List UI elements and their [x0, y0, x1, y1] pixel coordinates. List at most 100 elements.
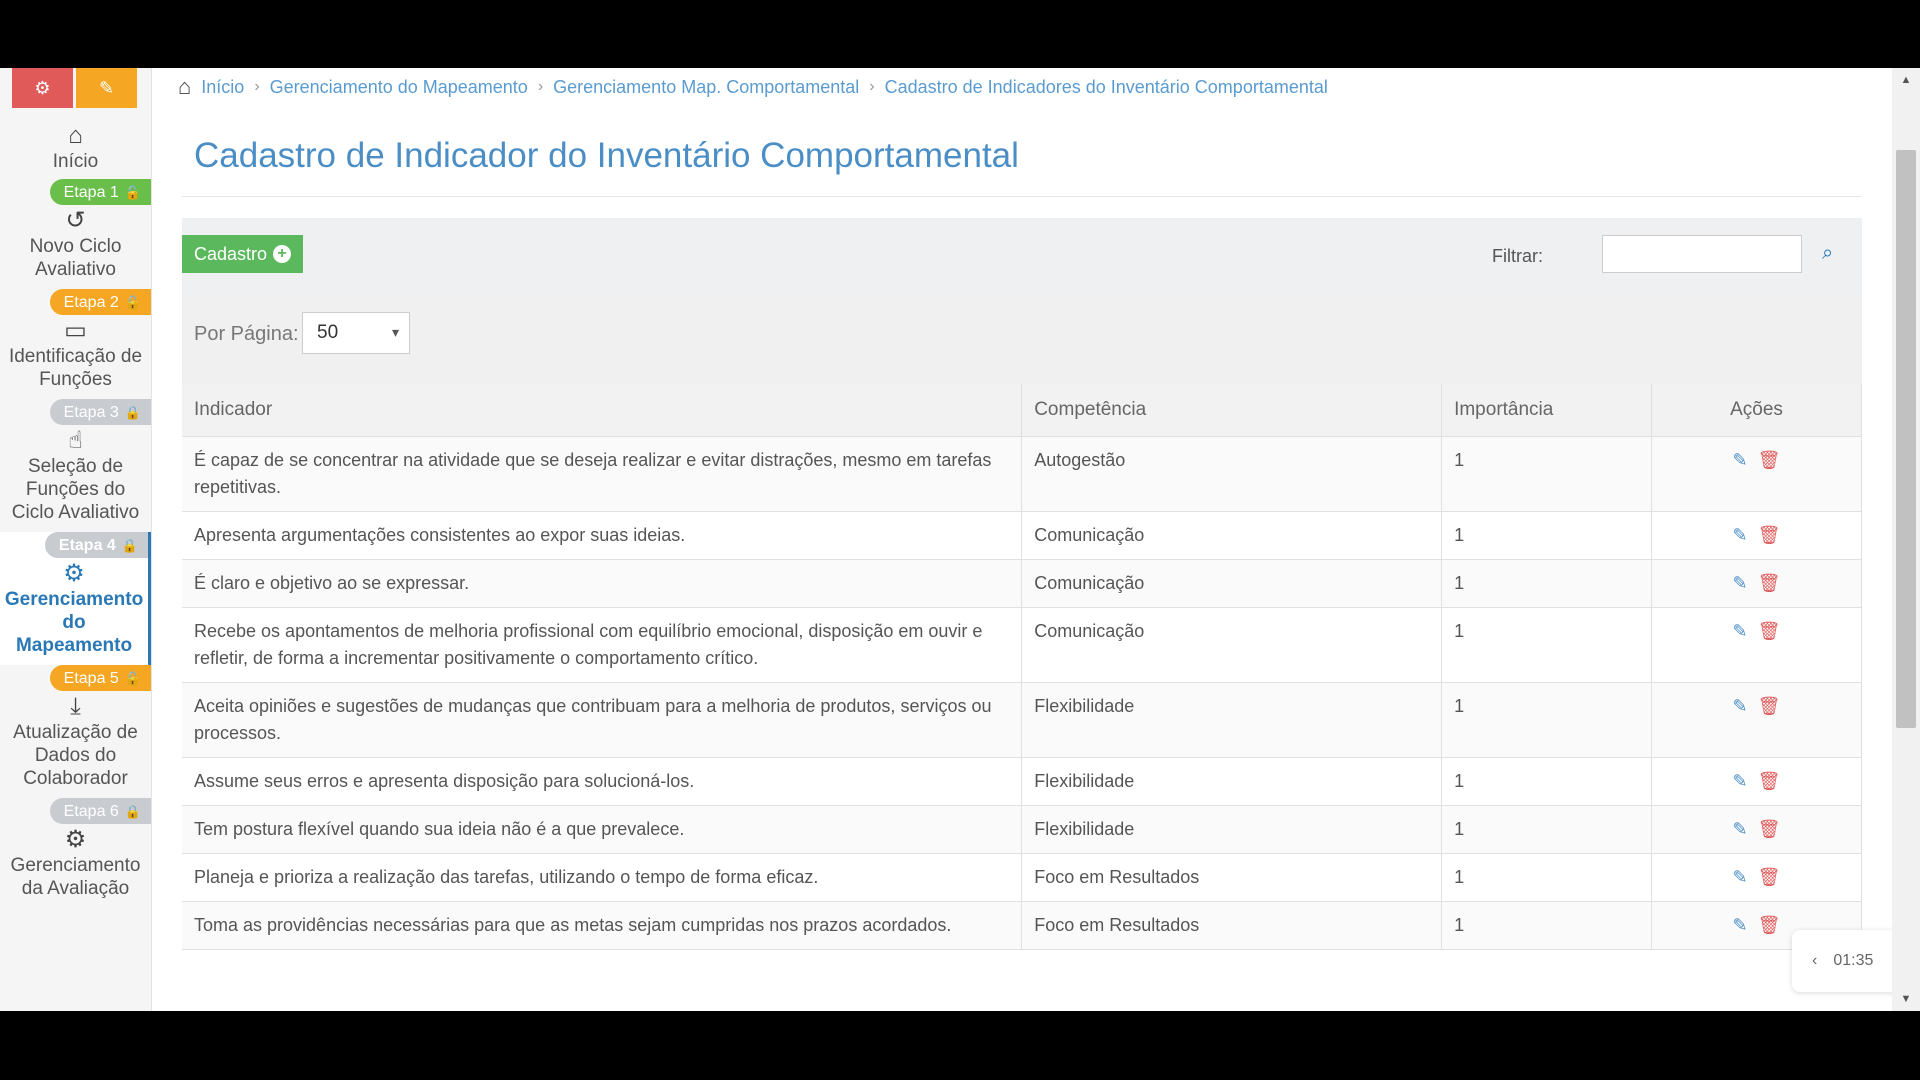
sidebar-item-etapa-5[interactable]: Etapa 5 🔓 ⤓ Atualização de Dados do Colabor…	[0, 665, 151, 798]
settings-button[interactable]: ⚙	[12, 68, 73, 108]
trash-icon[interactable]: 🗑	[1758, 771, 1781, 791]
sidebar-item-label: Atualização de Dados do Colaborador	[13, 722, 138, 789]
cell-competencia: Comunicação	[1021, 607, 1443, 683]
page-title: Cadastro de Indicador do Inventário Comp…	[194, 136, 1019, 175]
stage-badge: Etapa 4 🔒	[44, 532, 148, 558]
inbox-icon: ▭	[64, 316, 87, 344]
edit-icon[interactable]: ✎	[1733, 819, 1748, 839]
cell-indicador: Assume seus erros e apresenta disposição…	[182, 757, 1023, 806]
app-window: ⚙ ✎ ⌂ Início Etapa 1 🔓 ↺ Novo Ciclo Avaliat…	[0, 68, 1920, 1011]
cell-competencia: Foco em Resultados	[1021, 901, 1443, 950]
chevron-left-icon[interactable]: ‹	[1812, 952, 1817, 970]
home-icon: ⌂	[68, 121, 83, 149]
column-header-competencia[interactable]: Competência	[1021, 384, 1443, 437]
unlock-icon: 🔓	[124, 184, 141, 200]
cell-indicador: É capaz de se concentrar na atividade qu…	[182, 436, 1023, 512]
table-row: É capaz de se concentrar na atividade qu…	[182, 436, 1862, 512]
cell-importancia: 1	[1441, 853, 1653, 902]
trash-icon[interactable]: 🗑	[1758, 819, 1781, 839]
cell-importancia: 1	[1441, 511, 1653, 560]
breadcrumb-link-map-comportamental[interactable]: Gerenciamento Map. Comportamental	[553, 77, 859, 98]
edit-icon[interactable]: ✎	[1733, 867, 1748, 887]
table-row: Toma as providências necessárias para qu…	[182, 901, 1862, 950]
cell-competencia: Comunicação	[1021, 511, 1443, 560]
sidebar-item-etapa-4[interactable]: Etapa 4 🔒 ⚙ Gerenciamento do Mapeamento	[0, 532, 151, 665]
table-row: Recebe os apontamentos de melhoria profi…	[182, 607, 1862, 683]
table-row: Planeja e prioriza a realização das tare…	[182, 853, 1862, 902]
filter-input[interactable]	[1602, 235, 1802, 273]
lock-icon: 🔒	[124, 803, 141, 819]
scrollbar-thumb[interactable]	[1896, 150, 1916, 728]
sidebar-item-etapa-3[interactable]: Etapa 3 🔒 ☝ Seleção de Funções do Ciclo Ava…	[0, 399, 151, 532]
cell-importancia: 1	[1441, 559, 1653, 608]
gear-icon: ⚙	[34, 77, 51, 98]
stage-badge: Etapa 1 🔓	[49, 179, 151, 205]
trash-icon[interactable]: 🗑	[1758, 915, 1781, 935]
scroll-up-arrow-icon[interactable]: ▲	[1892, 68, 1920, 92]
per-page-value: 50	[317, 322, 339, 343]
edit-icon[interactable]: ✎	[1733, 450, 1748, 470]
cell-indicador: Tem postura flexível quando sua ideia nã…	[182, 805, 1023, 854]
edit-icon: ✎	[98, 77, 115, 98]
cell-acoes: ✎ 🗑	[1651, 853, 1862, 902]
trash-icon[interactable]: 🗑	[1758, 573, 1781, 593]
cell-indicador: Toma as providências necessárias para qu…	[182, 901, 1023, 950]
breadcrumb-current[interactable]: Cadastro de Indicadores do Inventário Co…	[885, 77, 1328, 98]
sidebar-item-inicio[interactable]: ⌂ Início	[0, 120, 151, 179]
filter-label: Filtrar:	[1492, 246, 1543, 266]
edit-icon[interactable]: ✎	[1733, 771, 1748, 791]
main-content: ⌂ Início › Gerenciamento do Mapeamento ›…	[152, 68, 1920, 1011]
trash-icon[interactable]: 🗑	[1758, 450, 1781, 470]
unlock-icon: 🔓	[124, 670, 141, 686]
sidebar-item-etapa-2[interactable]: Etapa 2 🔓 ▭ Identificação de Funções	[0, 289, 151, 399]
edit-profile-button[interactable]: ✎	[76, 68, 137, 108]
sidebar-stages: Etapa 1 🔓 ↺ Novo Ciclo Avaliativo Etapa 2 🔓 ▭ I…	[0, 179, 151, 908]
sidebar-item-etapa-1[interactable]: Etapa 1 🔓 ↺ Novo Ciclo Avaliativo	[0, 179, 151, 289]
edit-icon[interactable]: ✎	[1733, 573, 1748, 593]
trash-icon[interactable]: 🗑	[1758, 867, 1781, 887]
table-header-row: Indicador Competência Importância Ações	[182, 384, 1862, 437]
table-row: Tem postura flexível quando sua ideia nã…	[182, 805, 1862, 854]
cell-importancia: 1	[1441, 901, 1653, 950]
stage-label: Etapa 4	[58, 536, 116, 554]
cell-indicador: Planeja e prioriza a realização das tare…	[182, 853, 1023, 902]
table-row: É claro e objetivo ao se expressar. Comun…	[182, 559, 1862, 608]
cell-acoes: ✎ 🗑	[1651, 436, 1862, 512]
cell-competencia: Flexibilidade	[1021, 805, 1443, 854]
trash-icon[interactable]: 🗑	[1758, 525, 1781, 545]
sidebar-item-etapa-6[interactable]: Etapa 6 🔒 ⚙ Gerenciamento da Avaliação	[0, 798, 151, 908]
stage-label: Etapa 5	[63, 669, 119, 687]
cell-acoes: ✎ 🗑	[1651, 559, 1862, 608]
cadastro-button[interactable]: Cadastro +	[182, 235, 304, 273]
history-icon: ↺	[65, 206, 86, 234]
sidebar-item-label: Gerenciamento do Mapeamento	[4, 589, 144, 656]
cell-importancia: 1	[1441, 805, 1653, 854]
edit-icon[interactable]: ✎	[1733, 915, 1748, 935]
edit-icon[interactable]: ✎	[1733, 696, 1748, 716]
toolbar: Cadastro + Filtrar: ⌕	[182, 218, 1862, 296]
column-header-importancia[interactable]: Importância	[1441, 384, 1653, 437]
cell-competencia: Foco em Resultados	[1021, 853, 1443, 902]
edit-icon[interactable]: ✎	[1733, 525, 1748, 545]
breadcrumb-link-gerenciamento-mapeamento[interactable]: Gerenciamento do Mapeamento	[270, 77, 528, 98]
trash-icon[interactable]: 🗑	[1758, 696, 1781, 716]
edit-icon[interactable]: ✎	[1733, 621, 1748, 641]
stage-label: Etapa 1	[63, 183, 119, 201]
column-header-indicador[interactable]: Indicador	[182, 384, 1023, 437]
cell-indicador: Aceita opiniões e sugestões de mudanças …	[182, 682, 1023, 758]
per-page-label: Por Página:	[194, 323, 299, 345]
table-row: Apresenta argumentações consistentes ao …	[182, 511, 1862, 560]
recording-time: 01:35	[1833, 952, 1874, 969]
cell-competencia: Flexibilidade	[1021, 757, 1443, 806]
download-icon: ⤓	[70, 692, 81, 720]
per-page-select[interactable]: 50 ▾	[302, 312, 410, 354]
breadcrumb-link-inicio[interactable]: Início	[201, 77, 244, 98]
sidebar: ⚙ ✎ ⌂ Início Etapa 1 🔓 ↺ Novo Ciclo Avaliat…	[0, 68, 152, 1011]
scroll-down-arrow-icon[interactable]: ▼	[1892, 987, 1920, 1011]
gears-icon: ⚙	[64, 825, 87, 853]
scrollbar[interactable]: ▲ ▼	[1892, 68, 1920, 1011]
search-icon[interactable]: ⌕	[1822, 242, 1833, 265]
pagination-controls: Por Página: 50 ▾	[182, 296, 1862, 384]
sidebar-item-label: Novo Ciclo Avaliativo	[29, 236, 122, 280]
trash-icon[interactable]: 🗑	[1758, 621, 1781, 641]
